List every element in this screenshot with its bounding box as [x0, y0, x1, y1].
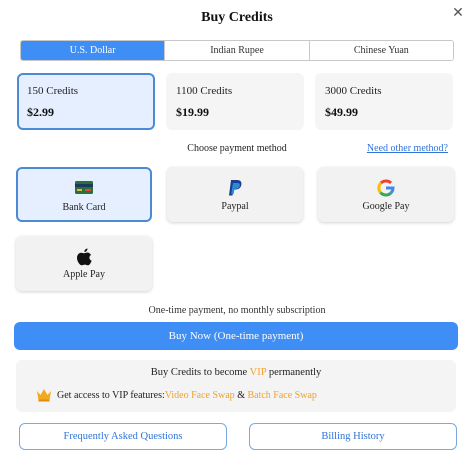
- vip-title-suffix: permanently: [266, 367, 322, 378]
- plan-150-credits[interactable]: 150 Credits $2.99: [17, 73, 155, 130]
- pay-label: Paypal: [221, 201, 249, 212]
- bank-card-icon: [18, 181, 150, 194]
- google-icon: [318, 178, 454, 198]
- vip-amp: &: [234, 389, 248, 401]
- vip-title: Buy Credits to become VIP permanently: [16, 367, 456, 378]
- vip-features-row: Get access to VIP features: Video Face S…: [36, 387, 317, 403]
- plan-price: $2.99: [27, 105, 54, 119]
- pay-paypal[interactable]: Paypal: [167, 167, 303, 222]
- vip-features-prefix: Get access to VIP features:: [57, 389, 165, 401]
- crown-icon: [36, 388, 52, 402]
- pay-google-pay[interactable]: Google Pay: [318, 167, 454, 222]
- plan-1100-credits[interactable]: 1100 Credits $19.99: [166, 73, 304, 130]
- pay-label: Bank Card: [62, 202, 106, 213]
- plan-credits: 3000 Credits: [325, 85, 382, 97]
- pay-bank-card[interactable]: Bank Card: [16, 167, 152, 222]
- close-icon[interactable]: ✕: [448, 3, 468, 23]
- plan-price: $49.99: [325, 105, 358, 119]
- vip-word: VIP: [249, 367, 267, 378]
- pay-label: Apple Pay: [63, 269, 105, 280]
- plan-3000-credits[interactable]: 3000 Credits $49.99: [315, 73, 453, 130]
- apple-icon: [16, 247, 152, 267]
- faq-button[interactable]: Frequently Asked Questions: [19, 423, 227, 450]
- dialog-title: Buy Credits: [201, 10, 273, 25]
- buy-now-button[interactable]: Buy Now (One-time payment): [14, 322, 458, 350]
- plan-credits: 150 Credits: [27, 85, 79, 97]
- vip-info-box: Buy Credits to become VIP permanently Ge…: [16, 360, 456, 412]
- tab-indian-rupee[interactable]: Indian Rupee: [165, 41, 310, 60]
- other-method-link[interactable]: Need other method?: [367, 143, 448, 154]
- tab-us-dollar[interactable]: U.S. Dollar: [21, 41, 166, 60]
- vip-title-prefix: Buy Credits to become: [150, 367, 250, 378]
- video-face-swap-link[interactable]: Video Face Swap: [165, 390, 235, 401]
- tab-chinese-yuan[interactable]: Chinese Yuan: [309, 41, 453, 60]
- paypal-icon: [167, 179, 303, 197]
- pay-apple-pay[interactable]: Apple Pay: [16, 236, 152, 291]
- payment-note: One-time payment, no monthly subscriptio…: [148, 305, 326, 316]
- plan-credits: 1100 Credits: [176, 85, 233, 97]
- currency-tabs: U.S. Dollar Indian Rupee Chinese Yuan: [20, 40, 454, 61]
- pay-label: Google Pay: [362, 201, 410, 212]
- billing-history-button[interactable]: Billing History: [249, 423, 457, 450]
- batch-face-swap-link[interactable]: Batch Face Swap: [247, 390, 316, 401]
- plan-price: $19.99: [176, 105, 209, 119]
